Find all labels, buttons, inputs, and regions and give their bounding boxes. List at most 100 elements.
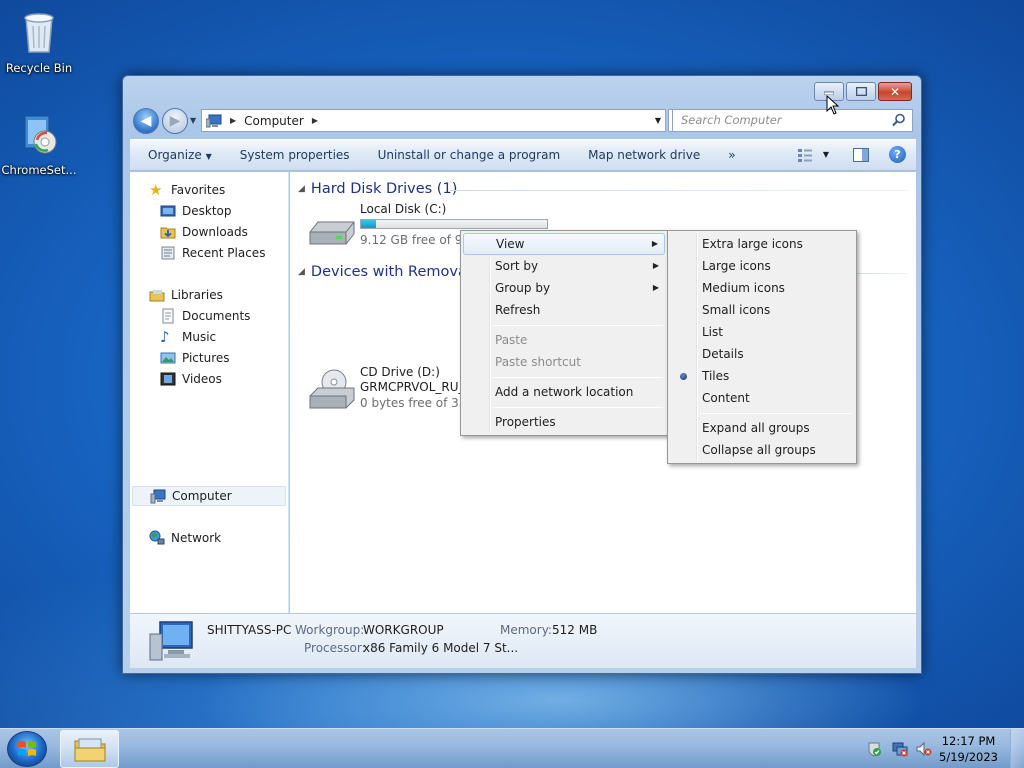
view-tiles[interactable]: Tiles	[670, 365, 854, 387]
menu-item-paste[interactable]: Paste	[463, 329, 665, 351]
collapse-triangle-icon[interactable]: ◢	[298, 184, 305, 194]
nav-downloads[interactable]: Downloads	[160, 222, 248, 242]
search-input[interactable]: Search Computer	[672, 109, 913, 132]
clock-time: 12:17 PM	[941, 734, 996, 748]
menu-item-paste-shortcut[interactable]: Paste shortcut	[463, 351, 665, 373]
desktop-icon-label: ChromeSet...	[1, 163, 77, 177]
nav-documents[interactable]: Documents	[160, 306, 250, 326]
group-header-removable-storage[interactable]: ◢ Devices with Removab	[298, 264, 476, 280]
nav-label: Downloads	[182, 225, 248, 239]
menu-label: Expand all groups	[702, 421, 810, 435]
drive-name: CD Drive (D:)	[360, 365, 440, 379]
menu-item-sort-by[interactable]: Sort by ▶	[463, 255, 665, 277]
nav-network[interactable]: Network	[149, 528, 221, 548]
recent-places-icon	[161, 246, 175, 260]
volume-muted-icon[interactable]	[916, 741, 932, 757]
menu-separator	[493, 325, 663, 326]
close-button[interactable]: ✕	[878, 82, 912, 101]
view-large-icons[interactable]: Large icons	[670, 255, 854, 277]
group-divider	[450, 190, 908, 191]
view-extra-large-icons[interactable]: Extra large icons	[670, 233, 854, 255]
recent-pages-dropdown[interactable]: ▼	[190, 116, 196, 125]
network-status-icon[interactable]	[892, 741, 908, 757]
nav-label: Documents	[182, 309, 251, 323]
breadcrumb-arrow-icon[interactable]: ▶	[312, 116, 318, 125]
view-medium-icons[interactable]: Medium icons	[670, 277, 854, 299]
navigation-pane: ★ Favorites Desktop Downloads Recent Pla…	[130, 172, 289, 613]
back-button[interactable]: ◀	[133, 108, 159, 134]
collapse-triangle-icon[interactable]: ◢	[298, 267, 305, 277]
processor-value: x86 Family 6 Model 7 St...	[363, 641, 519, 655]
view-options-icon	[797, 148, 812, 162]
breadcrumb-computer[interactable]: Computer	[244, 114, 304, 128]
menu-item-group-by[interactable]: Group by ▶	[463, 277, 665, 299]
downloads-folder-icon	[160, 227, 176, 239]
nav-music[interactable]: ♪ Music	[160, 327, 216, 347]
view-details[interactable]: Details	[670, 343, 854, 365]
address-bar[interactable]: ▶ Computer ▶ ▼	[201, 109, 666, 132]
menu-item-add-network-location[interactable]: Add a network location	[463, 381, 665, 403]
view-collapse-all-groups[interactable]: Collapse all groups	[670, 439, 854, 461]
show-desktop-button[interactable]	[1010, 729, 1024, 768]
view-small-icons[interactable]: Small icons	[670, 299, 854, 321]
forward-button[interactable]: ▶	[162, 108, 188, 134]
forward-arrow-icon: ▶	[169, 113, 181, 129]
address-dropdown-icon[interactable]: ▼	[655, 116, 661, 125]
taskbar-windows-explorer[interactable]	[60, 730, 119, 768]
computer-icon	[150, 489, 166, 504]
view-content[interactable]: Content	[670, 387, 854, 409]
nav-libraries[interactable]: Libraries	[149, 285, 223, 305]
nav-label: Network	[171, 531, 222, 545]
nav-recent-places[interactable]: Recent Places	[160, 243, 265, 263]
nav-pictures[interactable]: Pictures	[160, 348, 230, 368]
preview-pane-icon[interactable]	[853, 147, 869, 162]
menu-separator	[493, 407, 663, 408]
start-button[interactable]	[7, 731, 47, 767]
uninstall-program-button[interactable]: Uninstall or change a program	[364, 148, 575, 162]
cd-drive-icon	[309, 369, 355, 409]
nav-videos[interactable]: Videos	[160, 369, 222, 389]
maximize-icon	[855, 87, 867, 96]
menu-item-view[interactable]: View ▶	[463, 233, 665, 255]
menu-label: Add a network location	[495, 385, 634, 399]
nav-label: Desktop	[182, 204, 232, 218]
system-clock[interactable]: 12:17 PM 5/19/2023	[939, 733, 998, 765]
change-view-button[interactable]: ▼	[797, 148, 829, 162]
more-commands-button[interactable]: »	[714, 148, 749, 162]
menu-label: View	[496, 237, 525, 251]
menu-label: Small icons	[702, 303, 771, 317]
libraries-icon	[149, 290, 165, 302]
maximize-button[interactable]	[846, 82, 876, 101]
view-expand-all-groups[interactable]: Expand all groups	[670, 417, 854, 439]
drive-volume-label: GRMCPRVOL_RU_D	[360, 380, 474, 394]
map-network-drive-button[interactable]: Map network drive	[574, 148, 714, 162]
computer-icon	[206, 114, 222, 127]
system-properties-button[interactable]: System properties	[226, 148, 364, 162]
menu-item-properties[interactable]: Properties	[463, 411, 665, 433]
help-button[interactable]: ?	[889, 146, 906, 163]
chrome-setup-icon	[24, 115, 57, 154]
nav-label: Computer	[172, 489, 232, 503]
menu-label: Properties	[495, 415, 556, 429]
nav-favorites[interactable]: ★ Favorites	[149, 180, 225, 200]
menu-item-refresh[interactable]: Refresh	[463, 299, 665, 321]
desktop-icon-chrome-setup[interactable]: ChromeSet...	[0, 110, 78, 177]
desktop-icon-recycle-bin[interactable]: Recycle Bin	[0, 8, 78, 75]
menu-label: Paste	[495, 333, 528, 347]
context-menu: View ▶ Sort by ▶ Group by ▶ Refresh Past…	[460, 230, 668, 436]
group-header-hard-disk-drives[interactable]: ◢ Hard Disk Drives (1)	[298, 181, 457, 197]
chevron-down-icon: ▼	[205, 152, 212, 161]
back-arrow-icon: ◀	[140, 113, 152, 129]
close-icon: ✕	[889, 84, 901, 99]
drive-free-space: 0 bytes free of 332	[360, 396, 475, 410]
help-icon: ?	[894, 148, 901, 161]
workgroup-value: WORKGROUP	[363, 623, 444, 637]
menu-label: Details	[702, 347, 744, 361]
nav-desktop[interactable]: Desktop	[160, 201, 232, 221]
nav-computer[interactable]: Computer	[132, 486, 286, 506]
action-center-icon[interactable]	[866, 741, 882, 757]
search-icon[interactable]	[892, 113, 906, 127]
view-list[interactable]: List	[670, 321, 854, 343]
breadcrumb-arrow-icon[interactable]: ▶	[230, 116, 236, 125]
organize-button[interactable]: Organize ▼	[130, 148, 226, 162]
